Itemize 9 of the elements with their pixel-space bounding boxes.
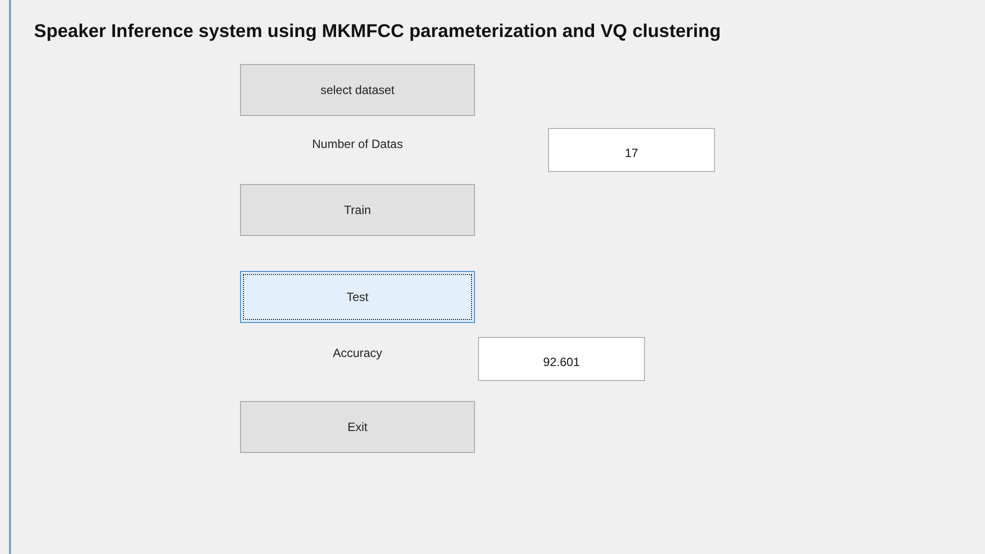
value-field[interactable]: 17 [548, 128, 715, 172]
action-button[interactable]: select dataset [240, 64, 475, 116]
app-title: Speaker Inference system using MKMFCC parameterization and VQ clustering [34, 20, 722, 42]
field-label: Accuracy [332, 345, 384, 360]
action-button[interactable]: Exit [240, 401, 475, 453]
action-button[interactable]: Train [240, 184, 475, 236]
action-button[interactable]: Test [240, 271, 475, 323]
field-label: Number of Datas [311, 136, 404, 151]
value-field[interactable]: 92.601 [478, 337, 645, 381]
